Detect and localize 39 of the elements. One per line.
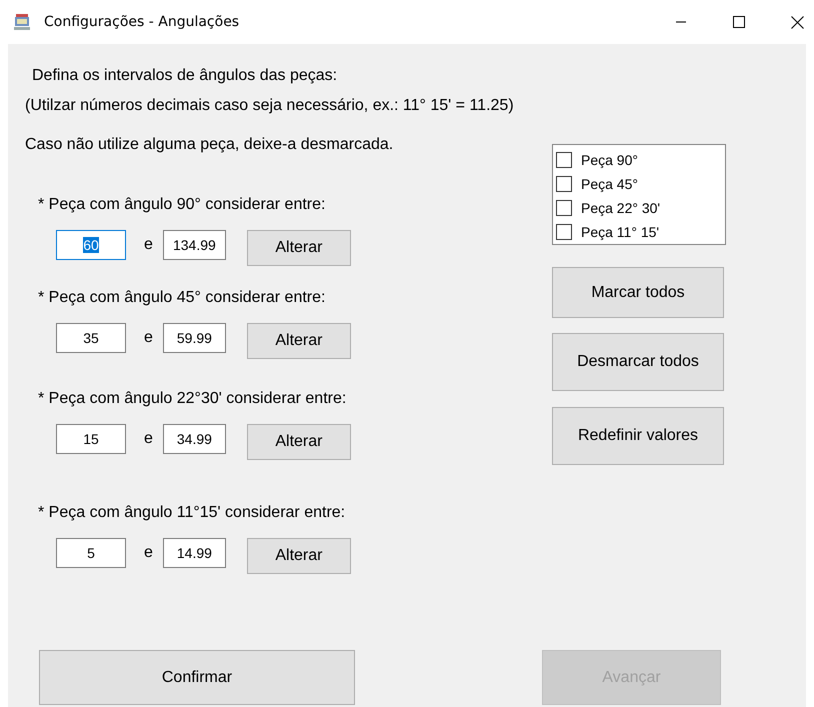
checklist-label[interactable]: Peça 90° [581, 152, 638, 168]
min-angle-field[interactable]: 60 [56, 230, 126, 260]
checklist-label[interactable]: Peça 45° [581, 176, 638, 192]
min-angle-field[interactable]: 35 [56, 323, 126, 353]
app-icon [13, 13, 31, 31]
separator-text: e [144, 329, 153, 347]
max-angle-field[interactable]: 134.99 [162, 230, 226, 260]
window-title: Configurações - Angulações [44, 14, 240, 30]
min-angle-field[interactable]: 15 [56, 424, 126, 454]
checklist-label[interactable]: Peça 22° 30' [581, 200, 660, 216]
checklist-label[interactable]: Peça 11° 15' [581, 224, 660, 240]
alterar-button[interactable]: Alterar [246, 538, 351, 574]
range-label: * Peça com ângulo 22°30' considerar entre: [38, 389, 348, 409]
separator-text: e [144, 430, 153, 448]
side-button[interactable]: Desmarcar todos [552, 333, 724, 391]
alterar-button[interactable]: Alterar [246, 230, 351, 266]
maximize-icon[interactable] [733, 16, 745, 28]
checkbox[interactable] [556, 224, 572, 240]
instruction-text: (Utilzar números decimais caso seja necessário, ex.: 11° 15' = 11.25) [25, 96, 515, 116]
max-angle-field[interactable]: 34.99 [162, 424, 226, 454]
instruction-text: Defina os intervalos de ângulos das peças: [31, 66, 338, 86]
range-label: * Peça com ângulo 45° considerar entre: [38, 288, 326, 308]
separator-text: e [144, 544, 153, 562]
max-angle-field[interactable]: 59.99 [162, 323, 226, 353]
side-button[interactable]: Marcar todos [552, 267, 724, 318]
side-button[interactable]: Redefinir valores [552, 407, 724, 465]
checkbox[interactable] [556, 152, 572, 168]
range-label: * Peça com ângulo 11°15' considerar entre: [38, 503, 346, 523]
max-angle-field[interactable]: 14.99 [162, 538, 226, 568]
checkbox[interactable] [556, 176, 572, 192]
footer-button[interactable]: Confirmar [39, 650, 355, 705]
separator-text: e [144, 236, 153, 254]
checkbox[interactable] [556, 200, 572, 216]
min-angle-field[interactable]: 5 [56, 538, 126, 568]
instruction-text: Caso não utilize alguma peça, deixe-a desmarcada. [25, 135, 394, 155]
close-icon[interactable] [791, 16, 804, 28]
range-label: * Peça com ângulo 90° considerar entre: [38, 195, 326, 215]
alterar-button[interactable]: Alterar [246, 424, 351, 460]
alterar-button[interactable]: Alterar [246, 323, 351, 359]
